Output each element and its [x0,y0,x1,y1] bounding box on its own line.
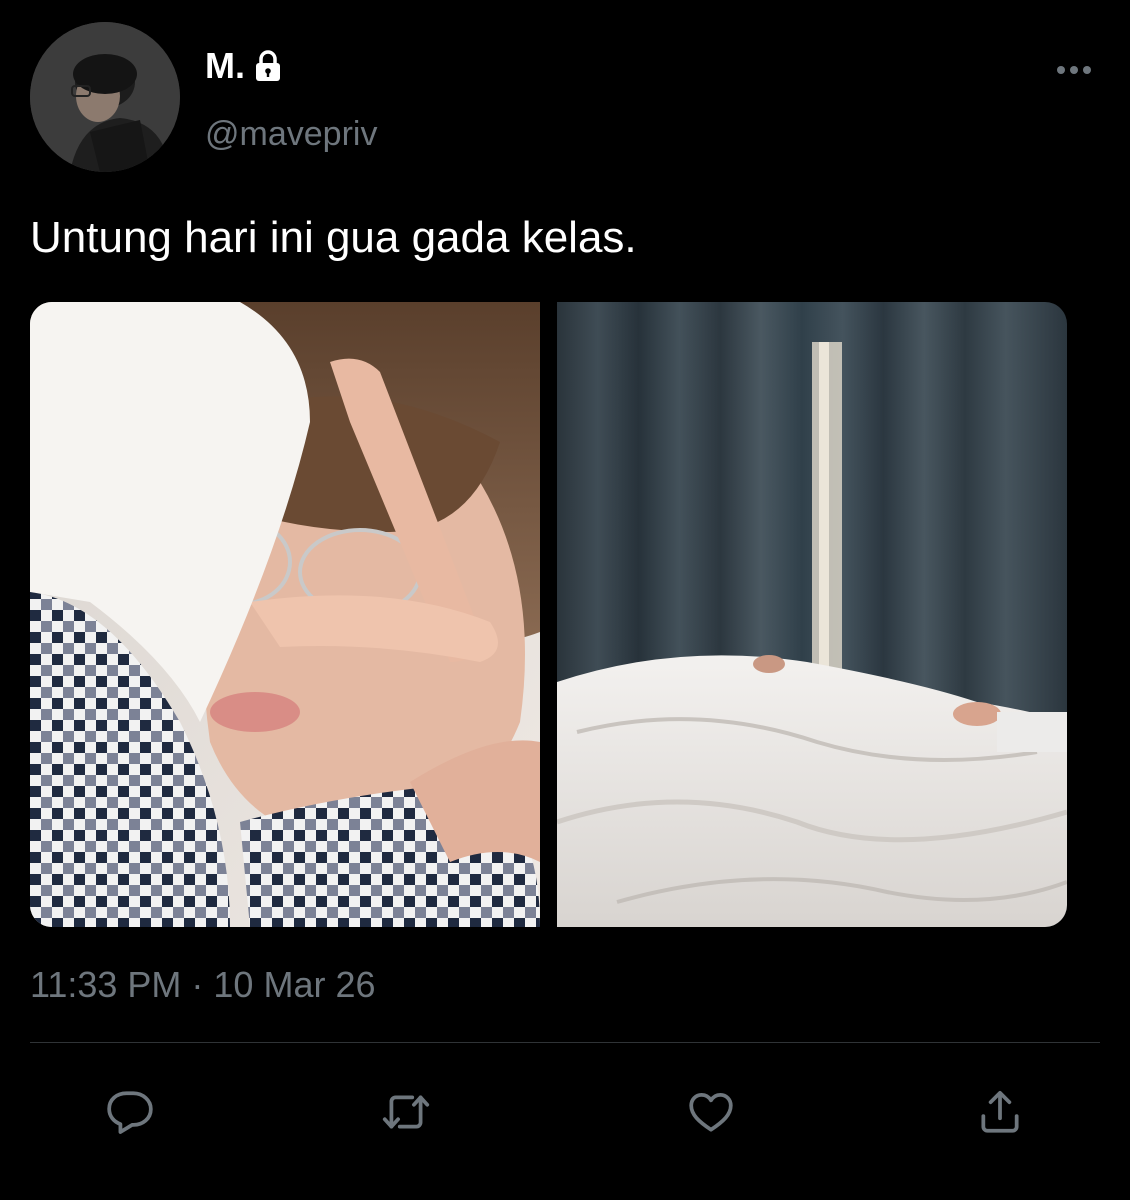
media-grid [30,302,1067,927]
like-button[interactable] [681,1082,741,1142]
share-button[interactable] [970,1082,1030,1142]
tweet-text: Untung hari ini gua gada kelas. [30,213,637,262]
reply-icon [107,1091,153,1134]
display-name-text: M. [205,45,245,86]
retweet-icon [382,1095,430,1129]
bed-curtain-photo[interactable] [557,302,1067,927]
username[interactable]: @mavepriv [205,112,377,156]
share-icon [981,1090,1019,1133]
more-icon[interactable] [1052,56,1096,84]
display-name[interactable]: M. [205,44,283,88]
retweet-button[interactable] [376,1082,436,1142]
lock-icon [253,49,283,83]
reply-button[interactable] [100,1082,160,1142]
avatar[interactable] [30,22,180,172]
selfie-photo[interactable] [30,302,540,927]
timestamp[interactable]: 11:33 PM · 10 Mar 26 [30,962,376,1008]
action-bar [0,1082,1130,1142]
like-icon [689,1093,733,1132]
divider [30,1042,1100,1043]
